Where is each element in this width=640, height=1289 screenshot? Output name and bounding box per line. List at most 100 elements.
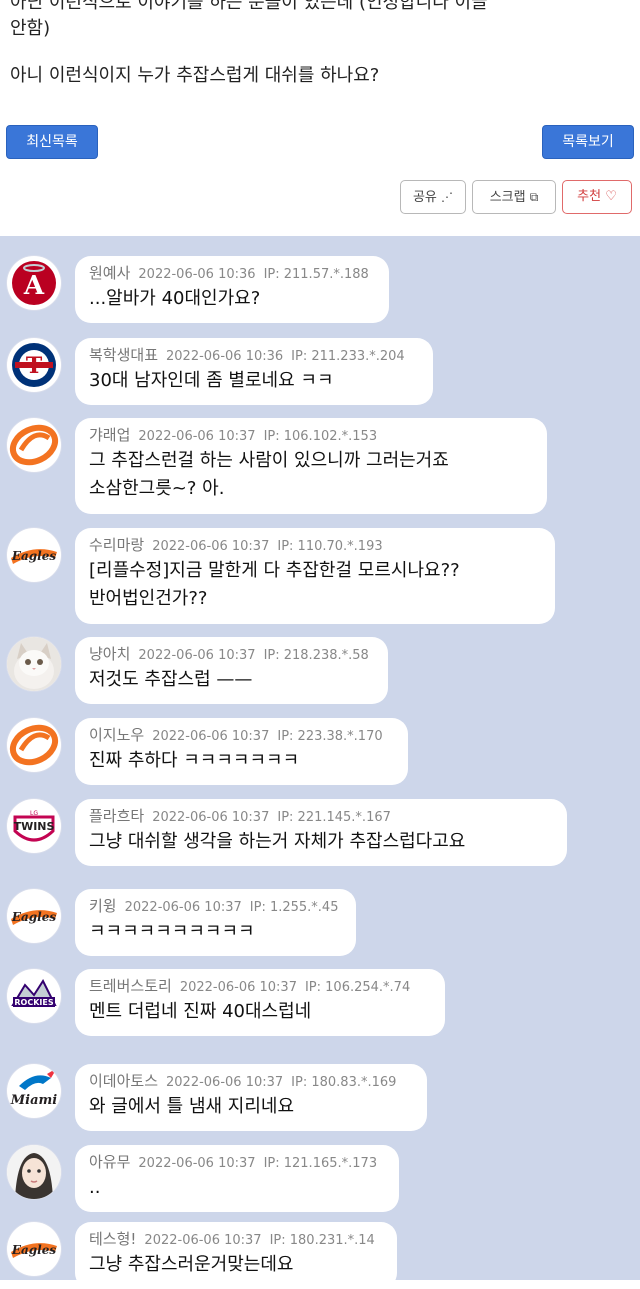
comment-bubble: 트레버스토리 2022-06-06 10:37 IP: 106.254.*.74 멘… xyxy=(75,969,445,1036)
svg-text:LG: LG xyxy=(30,810,38,817)
avatar[interactable]: Miami xyxy=(7,1064,61,1118)
comment-text: ㅋㅋㅋㅋㅋㅋㅋㅋㅋㅋ xyxy=(89,921,255,942)
comment-nickname[interactable]: 냥아치 xyxy=(89,645,130,663)
comment-nickname[interactable]: 갸래업 xyxy=(89,426,130,444)
avatar[interactable]: Eagles xyxy=(7,528,61,582)
svg-text:ROCKIES: ROCKIES xyxy=(14,998,53,1007)
orange-swirl-logo-icon xyxy=(8,719,60,771)
comment-date: 2022-06-06 10:37 xyxy=(152,729,270,744)
share-button[interactable]: 공유 ⋰ xyxy=(400,180,466,214)
svg-text:Eagles: Eagles xyxy=(11,1243,57,1257)
post-text-line: 아닌 이런식으로 이야기를 하는 분들이 있는데 (인정합니다 이글 xyxy=(10,0,488,13)
avatar[interactable]: TWINS LG xyxy=(7,799,61,853)
comment-bubble: 복학생대표 2022-06-06 10:36 IP: 211.233.*.204 3… xyxy=(75,338,433,405)
comment-ip: IP: 218.238.*.58 xyxy=(263,648,369,663)
comment-date: 2022-06-06 10:37 xyxy=(124,900,242,915)
comment-nickname[interactable]: 이데아토스 xyxy=(89,1072,158,1090)
comment-bubble: 냥아치 2022-06-06 10:37 IP: 218.238.*.58 저것도 … xyxy=(75,637,388,704)
share-icon: ⋰ xyxy=(441,190,454,204)
avatar[interactable]: T xyxy=(7,338,61,392)
comment-text: 멘트 더럽네 진짜 40대스럽네 xyxy=(89,1001,312,1022)
comment-ip: IP: 106.254.*.74 xyxy=(304,980,411,995)
avatar[interactable] xyxy=(7,718,61,772)
avatar[interactable]: Eagles xyxy=(7,1222,61,1276)
avatar[interactable] xyxy=(7,418,61,472)
comment-list: A 원예사 2022-06-06 10:36 IP: 211.57.*.188 ..… xyxy=(0,236,640,1289)
comment-bubble: 갸래업 2022-06-06 10:37 IP: 106.102.*.153 그 추… xyxy=(75,418,547,514)
comment-date: 2022-06-06 10:37 xyxy=(179,980,297,995)
comment-bubble: 아유무 2022-06-06 10:37 IP: 121.165.*.173 .. xyxy=(75,1145,399,1212)
comment-text: [리플수정]지금 말한게 다 추잡한걸 모르시나요?? 반어법인건가?? xyxy=(89,560,460,609)
rangers-logo-icon: T xyxy=(8,339,60,391)
comment-date: 2022-06-06 10:36 xyxy=(138,267,256,282)
avatar[interactable]: ROCKIES xyxy=(7,969,61,1023)
comment-date: 2022-06-06 10:37 xyxy=(138,1156,256,1171)
eagles-logo-icon: Eagles xyxy=(8,890,60,942)
heart-icon: ♡ xyxy=(605,189,617,204)
view-list-button[interactable]: 목록보기 xyxy=(542,125,634,159)
comment-nickname[interactable]: 이지노우 xyxy=(89,726,144,744)
comment-ip: IP: 221.145.*.167 xyxy=(277,810,391,825)
comment-bubble: 이지노우 2022-06-06 10:37 IP: 223.38.*.170 진짜 … xyxy=(75,718,408,785)
comment-nickname[interactable]: 아유무 xyxy=(89,1153,130,1171)
comment-date: 2022-06-06 10:36 xyxy=(166,349,284,364)
comment-bubble: 수리마랑 2022-06-06 10:37 IP: 110.70.*.193 [리플… xyxy=(75,528,555,624)
scrap-label: 스크랩 xyxy=(489,190,526,205)
post-text-line: 안함) xyxy=(10,18,51,39)
latest-list-button[interactable]: 최신목록 xyxy=(6,125,98,159)
comment-text: 와 글에서 틀 냄새 지리네요 xyxy=(89,1096,295,1117)
comment-text: 그 추잡스런걸 하는 사람이 있으니까 그러는거죠 소삼한그릇~? 아. xyxy=(89,450,449,499)
comment-text: .. xyxy=(89,1177,101,1198)
rockies-logo-icon: ROCKIES xyxy=(8,970,60,1022)
comment-date: 2022-06-06 10:37 xyxy=(144,1233,262,1248)
comment-nickname[interactable]: 플라흐타 xyxy=(89,807,144,825)
comment-bubble: 테스형! 2022-06-06 10:37 IP: 180.231.*.14 그냥 … xyxy=(75,1222,397,1289)
svg-text:TWINS: TWINS xyxy=(14,820,55,833)
comment-nickname[interactable]: 트레버스토리 xyxy=(89,977,172,995)
recommend-button[interactable]: 추천 ♡ xyxy=(562,180,632,214)
angels-logo-icon: A xyxy=(8,257,60,309)
comment-ip: IP: 223.38.*.170 xyxy=(277,729,383,744)
cat-photo-icon xyxy=(7,637,61,691)
svg-text:A: A xyxy=(23,271,45,301)
comment-bubble: 플라흐타 2022-06-06 10:37 IP: 221.145.*.167 그냥… xyxy=(75,799,567,866)
comment-nickname[interactable]: 수리마랑 xyxy=(89,536,144,554)
comment-text: 저것도 추잡스럽 —— xyxy=(89,669,253,690)
comment-nickname[interactable]: 원예사 xyxy=(89,264,130,282)
svg-text:Eagles: Eagles xyxy=(11,549,57,563)
comment-ip: IP: 211.57.*.188 xyxy=(263,267,369,282)
user-photo-icon xyxy=(7,1145,61,1199)
comment-ip: IP: 121.165.*.173 xyxy=(263,1156,378,1171)
avatar[interactable]: Eagles xyxy=(7,889,61,943)
comment-ip: IP: 180.83.*.169 xyxy=(291,1075,397,1090)
twins-logo-icon: TWINS LG xyxy=(8,800,60,852)
comment-ip: IP: 1.255.*.45 xyxy=(249,900,339,915)
avatar[interactable] xyxy=(7,1145,61,1199)
comment-date: 2022-06-06 10:37 xyxy=(166,1075,284,1090)
comment-text: 그냥 추잡스러운거맞는데요 xyxy=(89,1254,294,1275)
svg-text:Eagles: Eagles xyxy=(11,910,57,924)
comment-ip: IP: 211.233.*.204 xyxy=(291,349,405,364)
comment-text: 30대 남자인데 좀 별로네요 ㅋㅋ xyxy=(89,370,334,391)
comment-bubble: 원예사 2022-06-06 10:36 IP: 211.57.*.188 ...알… xyxy=(75,256,389,323)
scrap-icon: ⧉ xyxy=(529,190,539,204)
avatar[interactable]: A xyxy=(7,256,61,310)
comment-ip: IP: 180.231.*.14 xyxy=(269,1233,375,1248)
comment-date: 2022-06-06 10:37 xyxy=(138,648,256,663)
comment-date: 2022-06-06 10:37 xyxy=(152,810,270,825)
comment-ip: IP: 110.70.*.193 xyxy=(277,539,383,554)
comment-date: 2022-06-06 10:37 xyxy=(138,429,256,444)
comment-text: 진짜 추하다 ㅋㅋㅋㅋㅋㅋㅋ xyxy=(89,750,300,771)
comment-nickname[interactable]: 키윙 xyxy=(89,897,117,915)
eagles-logo-icon: Eagles xyxy=(8,529,60,581)
share-label: 공유 xyxy=(412,190,437,205)
comment-text: 그냥 대쉬할 생각을 하는거 자체가 추잡스럽다고요 xyxy=(89,831,466,852)
eagles-logo-icon: Eagles xyxy=(8,1223,60,1275)
comment-date: 2022-06-06 10:37 xyxy=(152,539,270,554)
recommend-label: 추천 xyxy=(577,189,602,204)
comment-nickname[interactable]: 테스형! xyxy=(89,1230,136,1248)
comment-nickname[interactable]: 복학생대표 xyxy=(89,346,158,364)
avatar[interactable] xyxy=(7,637,61,691)
scrap-button[interactable]: 스크랩 ⧉ xyxy=(472,180,556,214)
comment-text: ...알바가 40대인가요? xyxy=(89,288,261,309)
